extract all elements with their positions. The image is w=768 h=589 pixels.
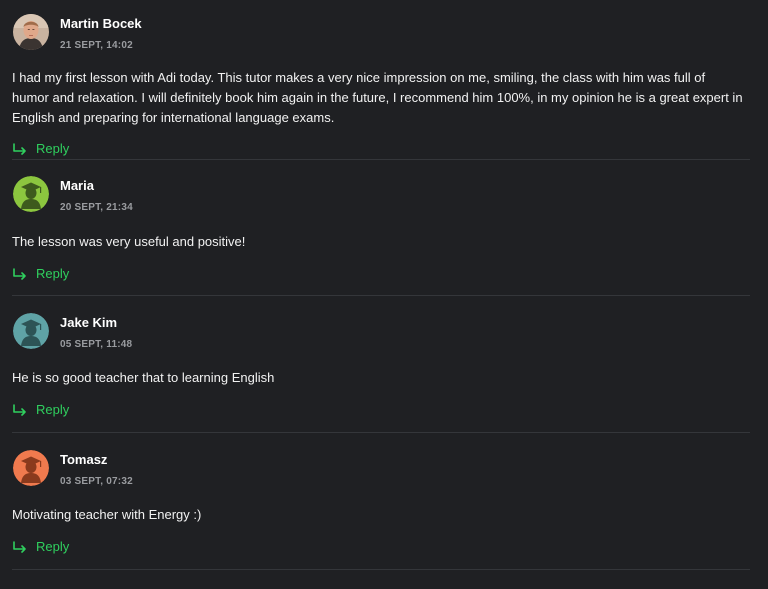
- reply-label: Reply: [36, 539, 70, 554]
- graduate-icon: [13, 176, 49, 212]
- reply-button[interactable]: Reply: [12, 539, 69, 554]
- reply-arrow-icon: [12, 540, 28, 553]
- avatar: [13, 450, 49, 486]
- reply-label: Reply: [36, 266, 70, 281]
- comment-header: Martin Bocek 21 SEPT, 14:02: [12, 14, 750, 52]
- comment-item: Maria 20 SEPT, 21:34 The lesson was very…: [12, 160, 750, 296]
- comment-text: He is so good teacher that to learning E…: [12, 370, 275, 385]
- comment-author: Martin Bocek: [60, 16, 142, 31]
- reply-button[interactable]: Reply: [12, 141, 69, 156]
- comment-text: The lesson was very useful and positive!: [12, 234, 246, 249]
- avatar: [13, 14, 49, 50]
- reply-arrow-icon: [12, 142, 28, 155]
- reply-arrow-icon: [12, 403, 28, 416]
- comment-date: 03 SEPT, 07:32: [60, 476, 133, 487]
- comment-header: Jake Kim 05 SEPT, 11:48: [12, 313, 750, 351]
- reply-label: Reply: [36, 141, 70, 156]
- reply-button[interactable]: Reply: [12, 402, 69, 417]
- comment-date: 21 SEPT, 14:02: [60, 40, 133, 51]
- comment-date: 05 SEPT, 11:48: [60, 339, 133, 350]
- comment-author: Maria: [60, 178, 94, 193]
- comment-item: Jake Kim 05 SEPT, 11:48 He is so good te…: [12, 296, 750, 433]
- comment-header: Tomasz 03 SEPT, 07:32: [12, 450, 750, 488]
- comment-text: Motivating teacher with Energy :): [12, 507, 202, 522]
- comment-author: Jake Kim: [60, 315, 118, 330]
- comment-text: I had my first lesson with Adi today. Th…: [12, 70, 743, 125]
- comment-item: Martin Bocek 21 SEPT, 14:02 I had my fir…: [12, 0, 750, 160]
- graduate-icon: [13, 450, 49, 486]
- graduate-icon: [13, 313, 49, 349]
- comment-date: 20 SEPT, 21:34: [60, 202, 133, 213]
- reply-label: Reply: [36, 402, 70, 417]
- comment-author: Tomasz: [60, 452, 108, 467]
- comment-item: Tomasz 03 SEPT, 07:32 Motivating teacher…: [12, 433, 750, 570]
- avatar: [13, 313, 49, 349]
- reply-arrow-icon: [12, 267, 28, 280]
- avatar: [13, 176, 49, 212]
- user-photo-icon: [13, 14, 49, 50]
- comment-header: Maria 20 SEPT, 21:34: [12, 176, 750, 214]
- comments-list: Martin Bocek 21 SEPT, 14:02 I had my fir…: [0, 0, 768, 589]
- reply-button[interactable]: Reply: [12, 266, 69, 281]
